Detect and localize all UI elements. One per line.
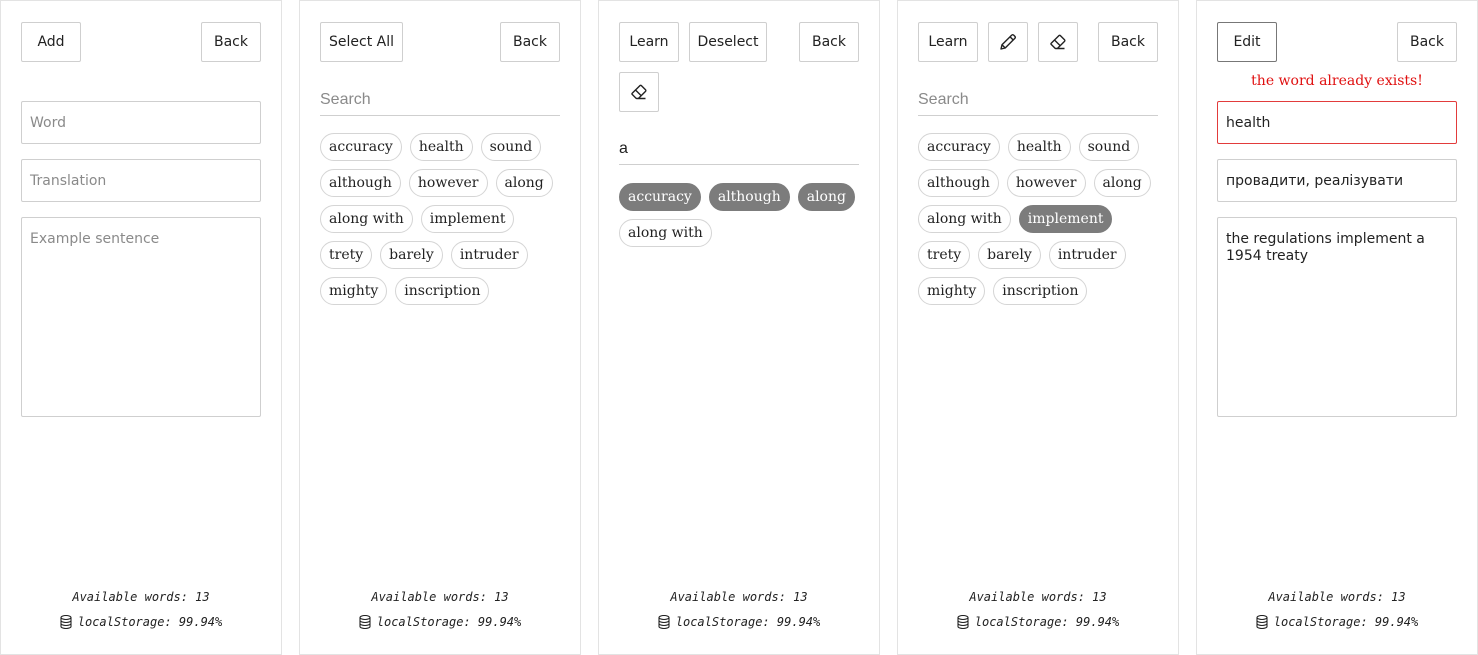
clear-selection-button[interactable]: [619, 72, 659, 112]
database-icon: [60, 615, 72, 629]
word-chip[interactable]: along: [495, 169, 553, 197]
local-storage-usage: localStorage: 99.94%: [599, 615, 879, 629]
database-icon: [1256, 615, 1268, 629]
search-input[interactable]: Search: [918, 88, 1158, 116]
edit-word-panel: Edit Back the word already exists! healt…: [1196, 0, 1478, 655]
edit-button[interactable]: Edit: [1217, 22, 1277, 62]
word-chip[interactable]: inscription: [395, 277, 490, 305]
clear-selection-button[interactable]: [1038, 22, 1078, 62]
word-chip[interactable]: mighty: [918, 277, 986, 305]
back-button[interactable]: Back: [500, 22, 560, 62]
word-chip[interactable]: accuracy: [619, 183, 701, 211]
word-chip[interactable]: inscription: [993, 277, 1088, 305]
word-chip[interactable]: health: [1007, 133, 1071, 161]
add-button[interactable]: Add: [21, 22, 81, 62]
word-chip[interactable]: although: [918, 169, 999, 197]
select-all-button[interactable]: Select All: [320, 22, 403, 62]
back-button[interactable]: Back: [201, 22, 261, 62]
word-chip[interactable]: sound: [1078, 133, 1140, 161]
add-word-panel: Add Back Word Translation Example senten…: [0, 0, 282, 655]
translation-input[interactable]: провадити, реалізувати: [1217, 159, 1457, 202]
deselect-button[interactable]: Deselect: [689, 22, 767, 62]
back-button[interactable]: Back: [799, 22, 859, 62]
database-icon: [658, 615, 670, 629]
word-chip[interactable]: although: [708, 183, 790, 211]
local-storage-usage: localStorage: 99.94%: [898, 615, 1178, 629]
local-storage-label: localStorage: 99.94%: [675, 615, 821, 629]
local-storage-usage: localStorage: 99.94%: [1, 615, 281, 629]
word-chip[interactable]: health: [409, 133, 473, 161]
learn-button[interactable]: Learn: [918, 22, 978, 62]
word-chip[interactable]: accuracy: [320, 133, 402, 161]
back-button[interactable]: Back: [1098, 22, 1158, 62]
local-storage-usage: localStorage: 99.94%: [300, 615, 580, 629]
word-chip-list: accuracy health sound although however along a…: [918, 133, 1158, 305]
available-words-count: Available words: 13: [1268, 590, 1406, 604]
word-chip[interactable]: along: [797, 183, 855, 211]
database-icon: [359, 615, 371, 629]
local-storage-label: localStorage: 99.94%: [376, 615, 522, 629]
word-list-panel: Select All Back Search accuracy health sou…: [299, 0, 581, 655]
word-chip[interactable]: barely: [380, 241, 443, 269]
available-words-count: Available words: 13: [72, 590, 210, 604]
database-icon: [957, 615, 969, 629]
available-words-count: Available words: 13: [969, 590, 1107, 604]
filtered-selection-panel: Learn Deselect Back a accuracy although al…: [598, 0, 880, 655]
single-selection-panel: Learn Back Search accuracy health sound alt…: [897, 0, 1179, 655]
word-chip[interactable]: implement: [420, 205, 515, 233]
word-chip[interactable]: implement: [1018, 205, 1113, 233]
learn-button[interactable]: Learn: [619, 22, 679, 62]
local-storage-usage: localStorage: 99.94%: [1197, 615, 1477, 629]
word-chip[interactable]: intruder: [1048, 241, 1126, 269]
available-words-count: Available words: 13: [670, 590, 808, 604]
pencil-icon: [1000, 34, 1016, 50]
word-chip[interactable]: mighty: [320, 277, 388, 305]
word-chip[interactable]: however: [1006, 169, 1086, 197]
eraser-icon: [1050, 34, 1066, 50]
word-chip[interactable]: along with: [619, 219, 712, 247]
word-chip[interactable]: trety: [320, 241, 373, 269]
back-button[interactable]: Back: [1397, 22, 1457, 62]
word-chip[interactable]: although: [320, 169, 401, 197]
word-chip[interactable]: sound: [480, 133, 542, 161]
word-chip[interactable]: however: [408, 169, 488, 197]
local-storage-label: localStorage: 99.94%: [974, 615, 1120, 629]
word-chip[interactable]: along with: [320, 205, 413, 233]
example-sentence-input[interactable]: the regulations implement a 1954 treaty: [1217, 217, 1457, 417]
search-input[interactable]: Search: [320, 88, 560, 116]
word-chip-list: accuracy health sound although however along a…: [320, 133, 560, 305]
word-chip[interactable]: barely: [978, 241, 1041, 269]
search-input[interactable]: a: [619, 137, 859, 165]
word-chip[interactable]: intruder: [450, 241, 528, 269]
word-input[interactable]: health: [1217, 101, 1457, 144]
word-chip-list: accuracy although along along with: [619, 183, 859, 247]
word-chip[interactable]: along with: [918, 205, 1011, 233]
example-sentence-input[interactable]: Example sentence: [21, 217, 261, 417]
eraser-icon: [631, 84, 647, 100]
local-storage-label: localStorage: 99.94%: [1273, 615, 1419, 629]
local-storage-label: localStorage: 99.94%: [77, 615, 223, 629]
edit-word-button[interactable]: [988, 22, 1028, 62]
translation-input[interactable]: Translation: [21, 159, 261, 202]
error-message: the word already exists!: [1251, 73, 1423, 89]
word-chip[interactable]: accuracy: [918, 133, 1000, 161]
word-chip[interactable]: along: [1093, 169, 1151, 197]
word-chip[interactable]: trety: [918, 241, 971, 269]
available-words-count: Available words: 13: [371, 590, 509, 604]
word-input[interactable]: Word: [21, 101, 261, 144]
